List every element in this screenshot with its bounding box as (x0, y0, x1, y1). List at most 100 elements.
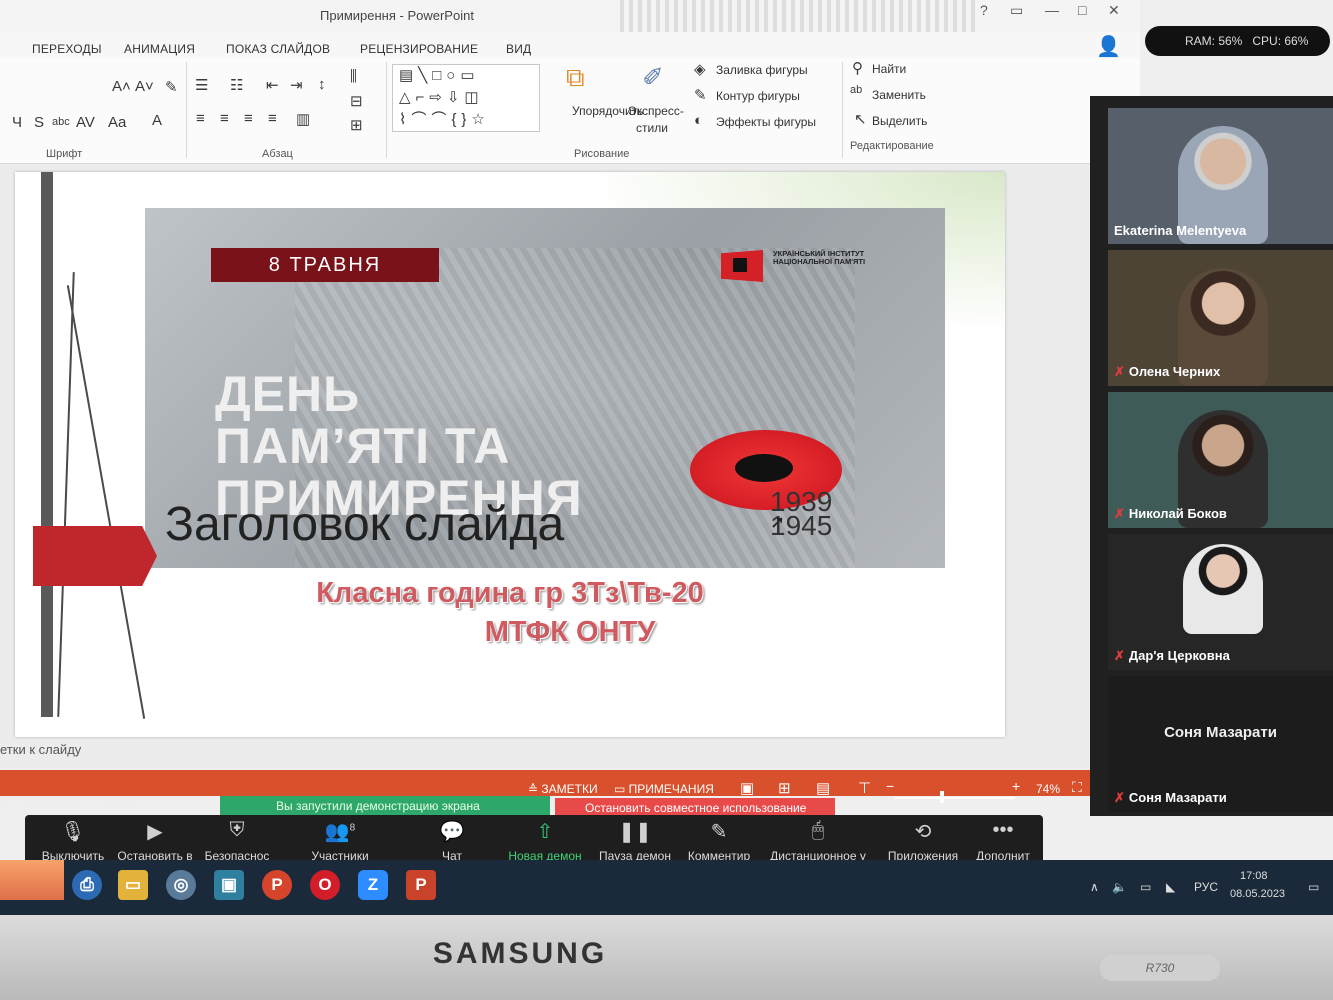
tray-arrow-icon[interactable]: ∧ (1090, 880, 1099, 894)
comments-button[interactable]: ▭ ПРИМЕЧАНИЯ (614, 782, 714, 796)
video-tile[interactable]: ✗ Олена Черних (1108, 250, 1333, 386)
battery-icon[interactable]: ▭ (1140, 880, 1151, 894)
zoom-slider-thumb[interactable] (940, 791, 944, 803)
monitor-icon[interactable]: ▣ (214, 870, 244, 900)
zoom-out-icon[interactable]: − (886, 778, 894, 794)
shrink-font-icon[interactable]: A˅ (135, 78, 154, 95)
start-area[interactable] (0, 860, 64, 900)
normal-view-icon[interactable]: ▣ (740, 779, 754, 797)
grow-font-icon[interactable]: A˄ (112, 78, 131, 95)
smartart-icon[interactable]: ⊞ (350, 116, 363, 134)
font-color-icon[interactable]: A (152, 112, 162, 129)
notes-hint[interactable]: етки к слайду (0, 742, 81, 757)
case-icon[interactable]: Aa (108, 114, 126, 131)
sorter-view-icon[interactable]: ⊞ (778, 779, 791, 797)
powerpoint-icon[interactable]: P (406, 870, 436, 900)
fit-slide-icon[interactable]: ⛶ (1072, 779, 1082, 796)
opera-icon[interactable]: O (310, 870, 340, 900)
cpu-usage: CPU: 66% (1252, 34, 1309, 48)
folder-icon[interactable]: ▭ (118, 870, 148, 900)
group-font-label: Шрифт (46, 148, 83, 160)
participants-button[interactable]: 👥8 Участники (290, 819, 390, 863)
new-share-button[interactable]: ⇧ Новая демон (495, 819, 595, 863)
slide-subtitle[interactable]: Класна година гр 3Тз\Тв-20 (15, 577, 1005, 610)
group-paragraph-label: Абзац (262, 148, 293, 160)
help-icon[interactable]: ? (980, 2, 988, 18)
indent-icon[interactable]: ⇤ (266, 76, 279, 94)
video-tile[interactable]: Соня Мазарати ✗ Соня Мазарати (1108, 676, 1333, 812)
spacing-icon[interactable]: AV (76, 114, 95, 131)
resource-monitor: RAM: 56% CPU: 66% (1145, 26, 1330, 56)
screen: Примирення - PowerPoint ? ▭ — □ ✕ ПЕРЕХО… (0, 0, 1333, 915)
clock-time[interactable]: 17:08 (1240, 870, 1268, 882)
tab-animation[interactable]: АНИМАЦИЯ (124, 42, 195, 56)
quick-styles-button[interactable]: Экспресс- (628, 104, 684, 118)
participant-name: Николай Боков (1128, 506, 1227, 521)
explorer-icon[interactable]: ⎙ (72, 870, 102, 900)
text-direction-icon[interactable]: ⫼ (350, 68, 357, 85)
wifi-icon[interactable]: ◣ (1166, 880, 1175, 894)
arrange-icon[interactable]: ⧉ (566, 62, 585, 94)
language-indicator[interactable]: РУС (1194, 880, 1218, 894)
slide-canvas[interactable]: 8 ТРАВНЯ Український інститут національн… (15, 172, 1005, 737)
separator (186, 62, 187, 158)
shapes-gallery[interactable]: ▤╲□○▭ △⌐⇨⇩◫ ⌇⌒⌒{}☆ (392, 64, 540, 132)
shape-outline-button[interactable]: Контур фигуры (716, 89, 800, 103)
remote-control-button[interactable]: 🖱 Дистанционное у (758, 819, 878, 863)
title-bar: Примирення - PowerPoint ? ▭ — □ ✕ (0, 0, 1140, 50)
presentation-app-icon[interactable]: P (262, 870, 292, 900)
find-button[interactable]: Найти (872, 62, 906, 76)
video-tile[interactable]: Ekaterina Melentyeva (1108, 108, 1333, 244)
shape-effects-button[interactable]: Эффекты фигуры (716, 115, 816, 129)
select-button[interactable]: Выделить (872, 114, 927, 128)
underline-icon[interactable]: Ч (12, 114, 22, 131)
muted-mic-icon: ✗ (1114, 364, 1125, 379)
notes-button[interactable]: ≙ ЗАМЕТКИ (528, 782, 598, 796)
columns-icon[interactable]: ▥ (296, 110, 310, 128)
clock-date[interactable]: 08.05.2023 (1230, 888, 1285, 900)
line-spacing-icon[interactable]: ↕ (318, 76, 326, 93)
tab-slideshow[interactable]: ПОКАЗ СЛАЙДОВ (226, 42, 330, 56)
align-text-icon[interactable]: ⊟ (350, 92, 363, 110)
bullets-icon[interactable]: ☰ (195, 76, 208, 94)
restore-icon[interactable]: ▭ (1010, 2, 1023, 19)
volume-icon[interactable]: 🔈 (1112, 880, 1127, 894)
security-button[interactable]: ⛨ Безопаснос (187, 819, 287, 863)
quick-styles-icon[interactable]: ✐ (642, 62, 664, 93)
maximize-icon[interactable]: □ (1078, 2, 1086, 18)
video-tile[interactable]: ✗ Дар'я Церковна (1108, 534, 1333, 670)
tab-review[interactable]: РЕЦЕНЗИРОВАНИЕ (360, 42, 478, 56)
annotate-button[interactable]: ✎ Комментир (669, 819, 769, 863)
app-icon[interactable]: ◎ (166, 870, 196, 900)
tab-view[interactable]: ВИД (506, 42, 531, 56)
zoom-slider[interactable] (895, 797, 1015, 799)
minimize-icon[interactable]: — (1045, 2, 1059, 18)
user-icon[interactable]: 👤 (1096, 34, 1121, 59)
align-left-icon[interactable]: ≡ (196, 110, 205, 127)
strikethrough-icon[interactable]: abc (52, 116, 70, 128)
shadow-icon[interactable]: S (34, 114, 44, 131)
zoom-icon[interactable]: Z (358, 870, 388, 900)
slideshow-view-icon[interactable]: ⊤ (858, 779, 871, 797)
numbering-icon[interactable]: ☷ (230, 76, 243, 94)
notifications-icon[interactable]: ▭ (1308, 880, 1319, 894)
clear-format-icon[interactable]: ✎ (165, 78, 178, 96)
zoom-level[interactable]: 74% (1036, 782, 1060, 796)
zoom-in-icon[interactable]: + (1012, 778, 1020, 794)
outdent-icon[interactable]: ⇥ (290, 76, 303, 94)
replace-button[interactable]: Заменить (872, 88, 926, 102)
slide-subtitle-2[interactable]: МТФК ОНТУ (0, 616, 1140, 649)
more-button[interactable]: ••• Дополнит (953, 819, 1053, 863)
justify-icon[interactable]: ≡ (268, 110, 277, 127)
slide-title-placeholder[interactable]: Заголовок слайда (165, 497, 564, 552)
align-right-icon[interactable]: ≡ (244, 110, 253, 127)
video-tile[interactable]: ✗ Николай Боков (1108, 392, 1333, 528)
chat-button[interactable]: 💬 Чат (402, 819, 502, 863)
taskbar: ⎙ ▭ ◎ ▣ P O Z P ∧ 🔈 ▭ ◣ РУС 17:08 08.05.… (0, 860, 1333, 915)
align-center-icon[interactable]: ≡ (220, 110, 229, 127)
tab-transitions[interactable]: ПЕРЕХОДЫ (32, 42, 102, 56)
shape-fill-button[interactable]: Заливка фигуры (716, 63, 808, 77)
banner-title-line: ПАМ’ЯТІ ТА (215, 418, 511, 474)
close-icon[interactable]: ✕ (1108, 2, 1120, 19)
reading-view-icon[interactable]: ▤ (816, 779, 830, 797)
